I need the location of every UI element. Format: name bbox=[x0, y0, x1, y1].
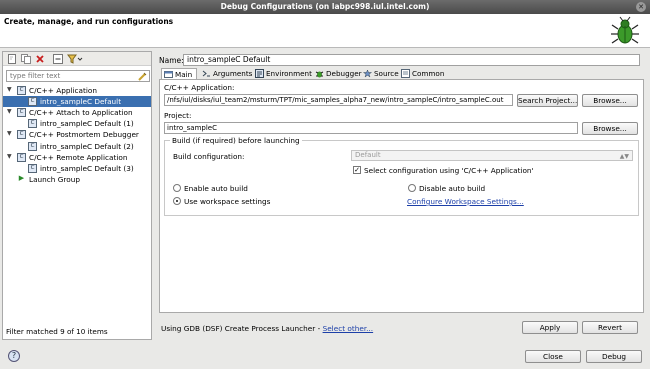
configuration-editor: Name: intro_sampleC Default Main Argumen… bbox=[157, 51, 646, 340]
tab-common[interactable]: Common bbox=[399, 68, 445, 79]
filter-menu-icon[interactable] bbox=[67, 54, 83, 64]
tab-label: Common bbox=[412, 69, 445, 78]
clear-filter-icon[interactable] bbox=[138, 72, 147, 81]
main-tab-icon bbox=[164, 71, 173, 78]
c-app-icon: C bbox=[28, 163, 37, 173]
tree-label: intro_sampleC Default bbox=[40, 97, 122, 107]
use-workspace-label: Use workspace settings bbox=[184, 197, 271, 206]
launch-group-icon: ▶ bbox=[18, 173, 25, 182]
filter-input[interactable] bbox=[7, 71, 135, 81]
tree-label: C/C++ Application bbox=[29, 86, 97, 95]
launcher-status: Using GDB (DSF) Create Process Launcher … bbox=[161, 324, 373, 333]
environment-tab-icon bbox=[255, 69, 264, 78]
expand-arrow-icon[interactable]: ▼ bbox=[7, 153, 14, 161]
tree-label: Launch Group bbox=[29, 174, 80, 184]
c-app-icon: C bbox=[28, 97, 37, 107]
c-app-icon: C bbox=[28, 141, 37, 151]
tab-environment[interactable]: Environment bbox=[253, 68, 313, 79]
search-project-button[interactable]: Search Project... bbox=[517, 94, 578, 107]
browse-project-button[interactable]: Browse... bbox=[582, 122, 638, 135]
disable-auto-build-radio[interactable] bbox=[408, 184, 416, 192]
tree-item[interactable]: Cintro_sampleC Default (2) bbox=[3, 141, 151, 152]
duplicate-icon[interactable] bbox=[21, 54, 31, 64]
source-tab-icon bbox=[363, 69, 372, 78]
launcher-text: Using GDB (DSF) Create Process Launcher … bbox=[161, 324, 323, 333]
tab-label: Environment bbox=[266, 69, 312, 78]
use-workspace-radio[interactable] bbox=[173, 197, 181, 205]
filter-status: Filter matched 9 of 10 items bbox=[6, 327, 108, 336]
configuration-list-panel: ▼CC/C++ ApplicationCintro_sampleC Defaul… bbox=[2, 51, 152, 340]
tab-label: Arguments bbox=[213, 69, 253, 78]
tree-category[interactable]: ▼ C C/C++ Postmortem Debugger bbox=[3, 129, 151, 140]
delete-icon[interactable] bbox=[35, 54, 45, 64]
tree-label: intro_sampleC Default (2) bbox=[40, 141, 134, 151]
tree-item[interactable]: Cintro_sampleC Default bbox=[3, 96, 151, 108]
expand-arrow-icon[interactable]: ▼ bbox=[7, 108, 14, 116]
common-tab-icon bbox=[401, 69, 410, 78]
apply-button[interactable]: Apply bbox=[522, 321, 578, 334]
c-app-icon: C bbox=[28, 119, 37, 129]
main-tab-panel: C/C++ Application: /nfs/iul/disks/iul_te… bbox=[159, 79, 644, 313]
tab-label: Source bbox=[374, 69, 399, 78]
enable-auto-build-radio[interactable] bbox=[173, 184, 181, 192]
c-app-icon: C bbox=[17, 108, 26, 118]
project-label: Project: bbox=[164, 111, 192, 120]
tab-label: Debugger bbox=[326, 69, 362, 78]
close-button[interactable]: Close bbox=[525, 350, 581, 363]
bug-icon bbox=[611, 16, 639, 44]
build-config-value: Default bbox=[355, 151, 381, 159]
tab-label: Main bbox=[175, 70, 193, 79]
new-configuration-icon[interactable] bbox=[7, 54, 17, 64]
revert-button[interactable]: Revert bbox=[582, 321, 638, 334]
tree-label: C/C++ Postmortem Debugger bbox=[29, 130, 139, 140]
debug-button[interactable]: Debug bbox=[586, 350, 642, 363]
tree-label: C/C++ Remote Application bbox=[29, 152, 128, 162]
tree-category[interactable]: ▼ C C/C++ Attach to Application bbox=[3, 107, 151, 118]
help-icon[interactable]: ? bbox=[8, 350, 20, 362]
name-label: Name: bbox=[159, 56, 184, 65]
c-app-icon: C bbox=[17, 86, 26, 95]
tree-category[interactable]: ▼ C C/C++ Application bbox=[3, 85, 151, 96]
filter-field[interactable] bbox=[6, 70, 150, 82]
build-group-title: Build (if required) before launching bbox=[170, 136, 302, 145]
tree-category[interactable]: ▶ Launch Group bbox=[3, 174, 151, 185]
debugger-tab-icon bbox=[315, 71, 324, 78]
project-input[interactable]: intro_sampleC bbox=[164, 122, 578, 134]
tab-debugger[interactable]: Debugger bbox=[313, 68, 362, 79]
configure-workspace-link[interactable]: Configure Workspace Settings... bbox=[407, 197, 524, 206]
browse-app-button[interactable]: Browse... bbox=[582, 94, 638, 107]
build-config-select: Default ▲▼ bbox=[351, 150, 633, 161]
tab-source[interactable]: Source bbox=[361, 68, 399, 79]
window-title: Debug Configurations (on labpc998.iul.in… bbox=[220, 2, 430, 11]
header-title: Create, manage, and run configurations bbox=[4, 17, 174, 26]
title-bar: Debug Configurations (on labpc998.iul.in… bbox=[0, 0, 650, 14]
dialog-header: Create, manage, and run configurations bbox=[0, 14, 650, 48]
c-app-icon: C bbox=[17, 130, 26, 140]
disable-auto-build-label: Disable auto build bbox=[419, 184, 486, 193]
collapse-all-icon[interactable] bbox=[53, 54, 63, 64]
chevron-down-icon: ▲▼ bbox=[619, 153, 629, 160]
tree-category[interactable]: ▼ C C/C++ Remote Application bbox=[3, 152, 151, 163]
tree-item[interactable]: Cintro_sampleC Default (3) bbox=[3, 163, 151, 174]
tree-label: intro_sampleC Default (1) bbox=[40, 119, 134, 129]
name-input[interactable]: intro_sampleC Default bbox=[183, 54, 640, 66]
tree-label: C/C++ Attach to Application bbox=[29, 108, 133, 118]
config-toolbar bbox=[3, 52, 151, 66]
tree-label: intro_sampleC Default (3) bbox=[40, 163, 134, 173]
app-path-input[interactable]: /nfs/iul/disks/iul_team2/msturm/TPT/mic_… bbox=[164, 94, 513, 106]
tree-item[interactable]: Cintro_sampleC Default (1) bbox=[3, 118, 151, 129]
app-label: C/C++ Application: bbox=[164, 83, 235, 92]
select-config-label: Select configuration using 'C/C++ Applic… bbox=[364, 166, 534, 175]
window-close-button[interactable]: ✕ bbox=[636, 2, 646, 12]
c-app-icon: C bbox=[17, 152, 26, 162]
arguments-tab-icon bbox=[202, 70, 210, 77]
tab-arguments[interactable]: Arguments bbox=[200, 68, 252, 79]
select-config-checkbox[interactable]: ✓ bbox=[353, 166, 361, 174]
build-config-label: Build configuration: bbox=[173, 152, 245, 161]
select-other-link[interactable]: Select other... bbox=[323, 324, 374, 333]
expand-arrow-icon[interactable]: ▼ bbox=[7, 86, 14, 94]
expand-arrow-icon[interactable]: ▼ bbox=[7, 130, 14, 138]
build-group: Build (if required) before launching Bui… bbox=[164, 136, 639, 216]
enable-auto-build-label: Enable auto build bbox=[184, 184, 248, 193]
